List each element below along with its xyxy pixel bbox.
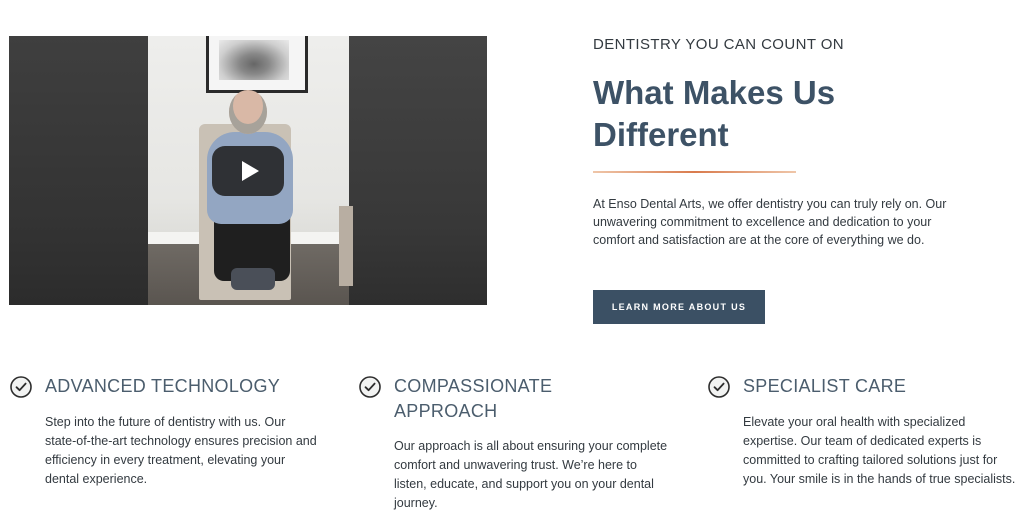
- feature-title: COMPASSIONATE APPROACH: [394, 376, 553, 421]
- page: DENTISTRY YOU CAN COUNT ON What Makes Us…: [0, 0, 1024, 531]
- video-background-right: [349, 36, 487, 305]
- video-background-left: [9, 36, 148, 305]
- play-icon: [241, 161, 259, 181]
- section-headline: What Makes Us Different: [593, 72, 993, 156]
- check-circle-icon: [708, 376, 730, 398]
- section-kicker: DENTISTRY YOU CAN COUNT ON: [593, 36, 844, 53]
- play-button[interactable]: [212, 146, 284, 196]
- feature-description: Our approach is all about ensuring your …: [394, 439, 668, 510]
- check-circle-icon: [359, 376, 381, 398]
- video-wall-art: [219, 40, 289, 80]
- learn-more-button[interactable]: LEARN MORE ABOUT US: [593, 290, 765, 324]
- feature-description: Elevate your oral health with specialize…: [743, 415, 1016, 486]
- intro-paragraph: At Enso Dental Arts, we offer dentistry …: [593, 197, 947, 247]
- feature-description: Step into the future of dentistry with u…: [45, 415, 317, 486]
- check-circle-icon: [10, 376, 32, 398]
- video-person-shoes: [231, 268, 275, 290]
- feature-title: SPECIALIST CARE: [743, 376, 907, 396]
- headline-line-2: Different: [593, 116, 729, 153]
- video-person-head: [229, 90, 267, 134]
- accent-divider: [593, 171, 796, 173]
- testimonial-video[interactable]: [9, 36, 487, 305]
- headline-line-1: What Makes Us: [593, 74, 836, 111]
- feature-title: ADVANCED TECHNOLOGY: [45, 376, 281, 396]
- video-chair-edge: [339, 206, 353, 286]
